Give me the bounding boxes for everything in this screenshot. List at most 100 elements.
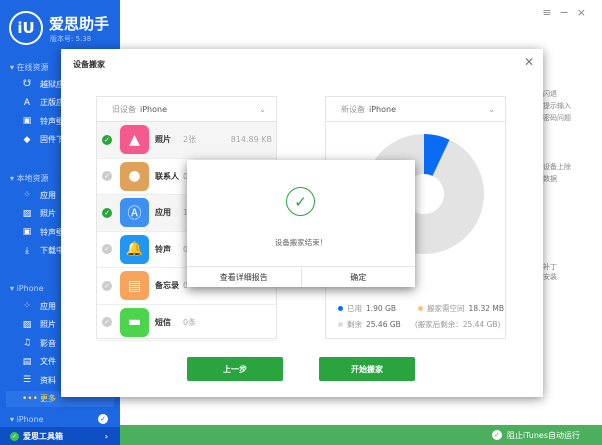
toolbox-button[interactable]: ✓ 爱思工具箱 ›: [0, 427, 120, 445]
apps-icon: ⁘: [23, 301, 31, 311]
chevron-down-icon: ⌄: [259, 104, 266, 114]
after-migration-free: (搬家后剩余：25.44 GB): [414, 320, 501, 329]
check-icon: ✓: [10, 431, 19, 441]
chevron-right-icon: ›: [104, 431, 108, 441]
completion-popup: ✓ 设备搬家结束！ 查看详细报告 确定: [187, 160, 415, 287]
photo-icon: ▨: [22, 208, 32, 219]
success-check-icon: ✓: [286, 187, 315, 216]
jailbreak-icon: ☋: [23, 79, 31, 89]
toolbox-label: 爱思工具箱: [23, 431, 63, 441]
prev-step-button[interactable]: 上一步: [187, 357, 283, 381]
contacts-icon: ●: [120, 161, 149, 191]
message-icon: ▬: [120, 307, 149, 337]
check-icon: ✓: [98, 414, 108, 424]
section-label: 本地资源: [16, 174, 49, 183]
checkbox[interactable]: ✓: [102, 207, 112, 218]
need-label: 搬家需空间: [427, 304, 465, 313]
old-device-name: iPhone: [140, 104, 168, 114]
free-value: 25.46 GB: [366, 320, 401, 329]
start-migration-button[interactable]: 开始搬家: [319, 357, 415, 381]
sidebar-section-title[interactable]: ▾ iPhone: [10, 284, 44, 293]
dialog-title: 设备搬家: [73, 60, 105, 69]
item-name: 联系人: [155, 171, 179, 181]
apps-icon: ⁘: [23, 190, 31, 200]
app-logo: iU: [9, 11, 43, 45]
section-label: iPhone: [16, 284, 44, 293]
background-text: 安装: [543, 273, 557, 281]
need-dot: [418, 306, 424, 311]
used-label: 已用: [347, 304, 362, 313]
info-icon: ☰: [22, 375, 32, 385]
close-icon[interactable]: ✕: [524, 55, 534, 69]
file-icon: ▤: [22, 356, 32, 367]
appstore-icon: A: [23, 97, 31, 108]
checkbox[interactable]: ✓: [102, 317, 112, 328]
device-selector[interactable]: ▾ iPhone ✓: [0, 411, 120, 427]
check-icon: ✓: [491, 430, 502, 440]
checkbox[interactable]: ✓: [102, 280, 112, 291]
completion-message: 设备搬家结束！: [274, 238, 328, 247]
sidebar-section-title[interactable]: ▾ 本地资源: [10, 173, 49, 184]
block-itunes-toggle[interactable]: 阻止iTunes自动运行: [507, 430, 580, 441]
migration-item-row[interactable]: ✓ ▬ 短信 0条: [97, 305, 276, 341]
ringtone-icon: ▣: [22, 227, 32, 237]
checkbox[interactable]: ✓: [102, 134, 112, 145]
item-name: 铃声: [155, 244, 171, 254]
free-label: 剩余: [347, 320, 362, 329]
background-text: 提示输入: [543, 102, 571, 110]
sidebar-item-label: 应用: [40, 190, 56, 200]
app-version: 版本号: 5.38: [50, 35, 92, 43]
item-count: 0条: [183, 317, 197, 327]
migration-item-row[interactable]: ✓ ▲ 照片 2张 814.89 KB: [97, 122, 276, 159]
menu-icon[interactable]: ≡: [542, 6, 559, 19]
checkbox[interactable]: ✓: [102, 171, 112, 182]
section-label: 在线资源: [16, 63, 49, 72]
sidebar-section-title[interactable]: ▾ 在线资源: [10, 62, 49, 73]
download-icon: ⤓: [25, 245, 29, 256]
background-text: 数据: [543, 175, 557, 183]
sidebar-item-label: 资料: [40, 375, 56, 385]
background-text: 设备上除: [543, 163, 571, 171]
new-device-select[interactable]: 新设备 iPhone ⌄: [326, 97, 505, 122]
bell-icon: 🔔: [120, 234, 149, 264]
view-report-button[interactable]: 查看详细报告: [187, 267, 302, 287]
used-dot: [338, 306, 343, 311]
device-name: iPhone: [16, 414, 44, 424]
checkbox[interactable]: ✓: [102, 244, 112, 255]
sidebar-item-label: 照片: [40, 209, 56, 218]
free-dot: [338, 322, 343, 327]
close-icon[interactable]: ×: [577, 6, 594, 19]
old-device-label: 旧设备: [112, 104, 136, 114]
old-device-select[interactable]: 旧设备 iPhone ⌄: [97, 97, 276, 122]
need-value: 18.32 MB: [468, 304, 505, 313]
sidebar-item-label: 影音: [40, 338, 56, 348]
item-size: 814.89 KB: [230, 135, 272, 145]
new-device-label: 新设备: [341, 104, 365, 114]
window-controls: ≡−×: [542, 6, 594, 19]
sidebar-item-label: 照片: [40, 320, 56, 329]
item-name: 备忘录: [155, 281, 179, 291]
item-name: 应用: [155, 208, 171, 218]
app-name: 爱思助手: [49, 15, 110, 33]
photo-icon: ▨: [22, 319, 32, 330]
minimize-icon[interactable]: −: [560, 6, 577, 19]
appstore-icon: Ⓐ: [120, 198, 149, 228]
item-name: 短信: [155, 317, 171, 327]
notes-icon: ▤: [120, 271, 149, 301]
new-device-name: iPhone: [369, 104, 397, 114]
ringtone-icon: ▣: [22, 116, 32, 126]
item-count: 2张: [183, 135, 197, 145]
sidebar-item-label: 更多: [40, 394, 56, 403]
chevron-down-icon: ⌄: [488, 104, 495, 114]
sidebar-item-label: 应用: [40, 301, 56, 311]
photos-icon: ▲: [120, 125, 149, 155]
firmware-icon: ◆: [23, 134, 31, 145]
more-icon: •••: [22, 393, 38, 404]
background-text: 闪退: [543, 90, 557, 98]
used-value: 1.90 GB: [366, 304, 397, 313]
item-name: 照片: [155, 135, 171, 145]
confirm-button[interactable]: 确定: [302, 267, 416, 287]
media-icon: ♫: [22, 338, 32, 348]
sidebar-item-label: 文件: [40, 357, 56, 366]
background-text: 密码问题: [543, 114, 571, 122]
